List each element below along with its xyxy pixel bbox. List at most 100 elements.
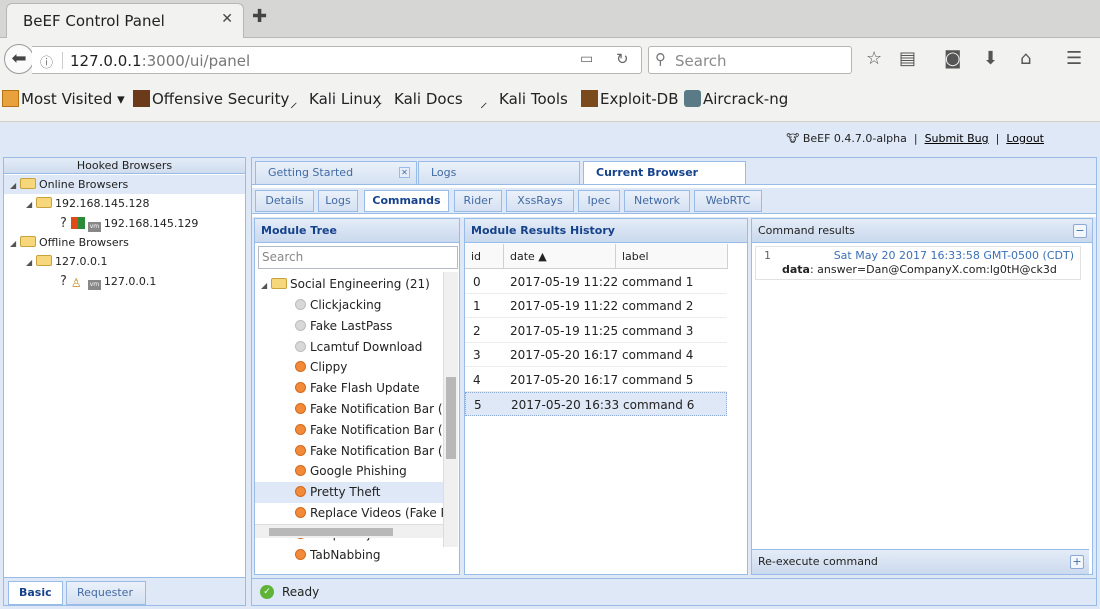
expand-triangle-icon[interactable]: ◢ xyxy=(10,176,20,195)
cell-label: command 6 xyxy=(623,398,695,412)
cell-id: 0 xyxy=(473,275,481,289)
table-row[interactable]: 0 2017-05-19 11:22 command 1 xyxy=(465,270,727,294)
tree-online-host[interactable]: ◢ 192.168.145.128 xyxy=(4,194,245,213)
subtab-network[interactable]: Network xyxy=(624,190,690,212)
module-item[interactable]: Replace Videos (Fake Pl xyxy=(255,503,445,524)
cell-id: 3 xyxy=(473,348,481,363)
scroll-thumb[interactable] xyxy=(269,528,393,536)
module-item[interactable]: Fake Notification Bar (IE) xyxy=(255,441,445,462)
tab-getting-started[interactable]: Getting Started ✕ xyxy=(255,161,417,184)
subtab-details[interactable]: Details xyxy=(255,190,314,212)
info-icon[interactable]: ⓘ xyxy=(40,52,53,71)
bookmark-kali-linux[interactable]: ⸝ Kali Linux xyxy=(290,90,381,111)
reader-view-icon[interactable]: ▭ xyxy=(580,51,593,67)
subtab-webrtc[interactable]: WebRTC xyxy=(694,190,762,212)
url-separator xyxy=(62,52,63,69)
module-item[interactable]: Fake LastPass xyxy=(255,316,445,337)
linux-icon: ♙ xyxy=(70,276,82,290)
bookmark-kali-docs[interactable]: ⸝ Kali Docs xyxy=(375,90,463,111)
close-tab-icon[interactable]: ✕ xyxy=(399,167,410,178)
star-icon[interactable]: ☆ xyxy=(866,48,882,69)
collapse-icon[interactable]: − xyxy=(1073,224,1087,238)
subtab-logs[interactable]: Logs xyxy=(318,190,358,212)
tab-strip xyxy=(252,184,1096,188)
module-item[interactable]: Fake Flash Update xyxy=(255,378,445,399)
orange-status-icon xyxy=(295,361,306,373)
library-icon[interactable]: ▤ xyxy=(899,48,916,69)
expand-triangle-icon[interactable]: ◢ xyxy=(26,195,36,214)
tab-basic[interactable]: Basic xyxy=(8,581,63,605)
tree-offline-browsers[interactable]: ◢ Offline Browsers xyxy=(4,233,245,252)
new-tab-icon[interactable]: ✚ xyxy=(252,6,267,27)
tab-requester[interactable]: Requester xyxy=(66,581,146,605)
tab-logs[interactable]: Logs xyxy=(418,161,580,184)
table-row[interactable]: 2 2017-05-19 11:25 command 3 xyxy=(465,319,727,343)
reexecute-command-bar[interactable]: Re-execute command + xyxy=(752,549,1089,574)
beef-logo-icon: 🐮︎ xyxy=(786,132,800,145)
column-id[interactable]: id xyxy=(465,244,504,269)
table-row[interactable]: 3 2017-05-20 16:17 command 4 xyxy=(465,343,727,368)
bookmarks-toolbar: Most Visited ▾ Offensive Security ⸝ Kali … xyxy=(0,80,1100,122)
horizontal-scrollbar[interactable] xyxy=(255,524,443,538)
search-icon: ⚲ xyxy=(655,50,666,68)
module-label: Replace Videos (Fake Pl xyxy=(310,506,445,520)
browser-search-input[interactable]: ⚲ Search xyxy=(648,46,852,74)
scroll-thumb[interactable] xyxy=(446,377,456,459)
subtab-rider[interactable]: Rider xyxy=(454,190,502,212)
tree-offline-client[interactable]: ? ♙ vm 127.0.0.1 xyxy=(4,272,245,291)
module-item[interactable]: TabNabbing xyxy=(255,545,445,566)
bookmark-kali-tools[interactable]: ⸝ Kali Tools xyxy=(480,90,568,111)
orange-status-icon xyxy=(295,423,306,435)
unknown-browser-icon: ? xyxy=(60,274,67,289)
submit-bug-link[interactable]: Submit Bug xyxy=(925,132,989,145)
browser-tab[interactable]: BeEF Control Panel ✕ xyxy=(6,3,244,38)
bookmark-exploit-db[interactable]: Exploit-DB xyxy=(581,90,679,108)
module-item[interactable]: Fake Notification Bar (Fir xyxy=(255,420,445,441)
bookmark-most-visited[interactable]: Most Visited ▾ xyxy=(2,90,125,108)
vertical-scrollbar[interactable] xyxy=(443,272,458,547)
reload-icon[interactable]: ↻ xyxy=(616,50,629,68)
module-label: Fake Notification Bar (IE) xyxy=(310,443,445,458)
module-category[interactable]: ◢ Social Engineering (21) xyxy=(255,274,445,295)
back-arrow-icon[interactable]: ⬅ xyxy=(4,44,34,74)
logout-link[interactable]: Logout xyxy=(1006,132,1044,145)
module-search-input[interactable]: Search xyxy=(258,246,458,269)
main-panel: Getting Started ✕ Logs Current Browser D… xyxy=(251,157,1097,606)
close-tab-icon[interactable]: ✕ xyxy=(221,11,233,27)
expand-triangle-icon[interactable]: ◢ xyxy=(261,275,271,295)
hooked-browsers-panel: Hooked Browsers ◢ Online Browsers ◢ 192.16… xyxy=(3,157,246,606)
tree-online-browsers[interactable]: ◢ Online Browsers xyxy=(4,175,245,194)
download-icon[interactable]: ⬇ xyxy=(983,48,998,69)
tree-offline-host[interactable]: ◢ 127.0.0.1 xyxy=(4,252,245,271)
module-item[interactable]: Clippy xyxy=(255,357,445,378)
expand-plus-icon[interactable]: + xyxy=(1070,555,1084,569)
module-item[interactable]: Fake Notification Bar (Ch xyxy=(255,399,445,420)
module-item[interactable]: Google Phishing xyxy=(255,461,445,482)
subtab-ipec[interactable]: Ipec xyxy=(578,190,620,212)
subtab-commands[interactable]: Commands xyxy=(364,190,449,212)
cell-date: 2017-05-19 11:25 xyxy=(510,323,619,338)
subtab-strip xyxy=(252,213,1096,217)
home-icon[interactable]: ⌂ xyxy=(1020,48,1031,69)
subtab-xssrays[interactable]: XssRays xyxy=(506,190,574,212)
table-row[interactable]: 4 2017-05-20 16:17 command 5 xyxy=(465,368,727,392)
expand-triangle-icon[interactable]: ◢ xyxy=(26,253,36,272)
menu-icon[interactable]: ☰ xyxy=(1066,48,1082,69)
expand-triangle-icon[interactable]: ◢ xyxy=(10,234,20,253)
module-item[interactable]: Lcamtuf Download xyxy=(255,337,445,358)
module-item[interactable]: Clickjacking xyxy=(255,295,445,316)
url-bar[interactable]: ⓘ 127.0.0.1:3000/ui/panel ▭ ↻ xyxy=(32,46,642,74)
bookmark-aircrack-ng[interactable]: Aircrack-ng xyxy=(684,90,788,108)
column-label[interactable]: label xyxy=(616,244,728,269)
tab-current-browser[interactable]: Current Browser xyxy=(583,161,746,184)
pocket-icon[interactable]: ◙ xyxy=(944,48,961,69)
cell-label: command 5 xyxy=(622,372,694,387)
column-date[interactable]: date ▲ xyxy=(504,244,616,269)
table-row[interactable]: 1 2017-05-19 11:22 command 2 xyxy=(465,294,727,319)
cell-id: 1 xyxy=(473,299,481,314)
table-row[interactable]: 5 2017-05-20 16:33 command 6 xyxy=(465,392,727,416)
orange-status-icon xyxy=(295,486,306,498)
bookmark-offensive-security[interactable]: Offensive Security xyxy=(133,90,289,108)
tree-online-client[interactable]: ? vm 192.168.145.129 xyxy=(4,214,245,233)
module-item[interactable]: Pretty Theft xyxy=(255,482,445,504)
